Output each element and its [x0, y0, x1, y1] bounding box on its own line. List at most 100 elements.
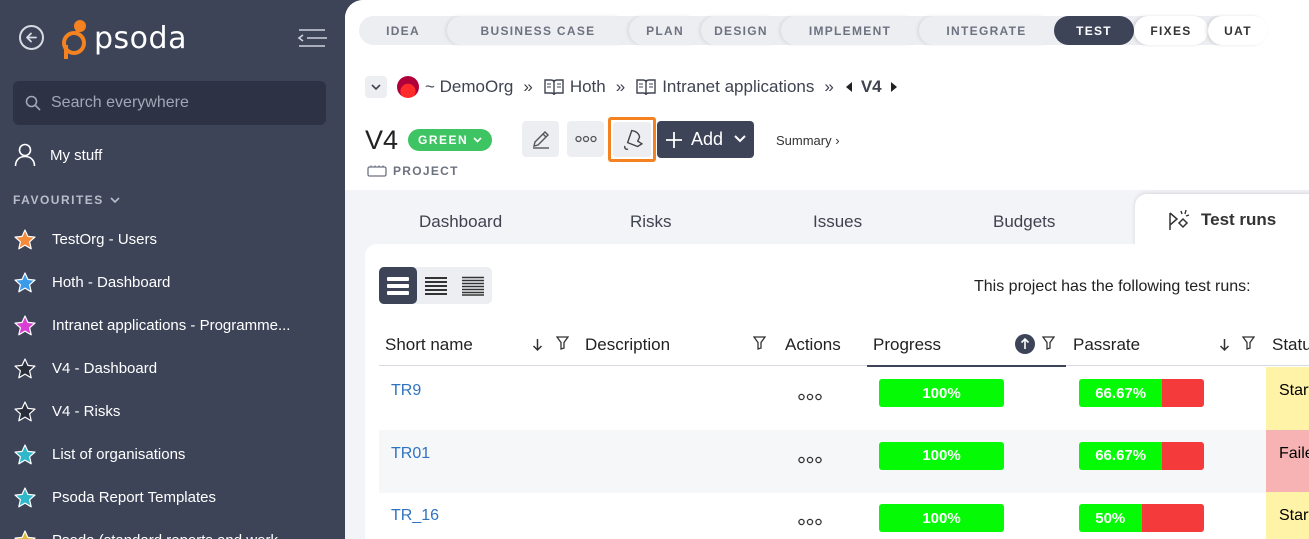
star-icon [14, 358, 36, 379]
breadcrumb-item-intranet[interactable]: Intranet applications [662, 77, 814, 97]
phase-idea[interactable]: IDEA [359, 16, 447, 45]
breadcrumb-org[interactable]: ~ DemoOrg [425, 77, 513, 97]
sidebar: psoda My stuff FAVOURITES TestOrg - User… [0, 0, 345, 539]
add-button[interactable]: Add [657, 121, 754, 158]
favourites-heading[interactable]: FAVOURITES [13, 193, 120, 207]
my-stuff-link[interactable]: My stuff [14, 143, 102, 167]
edit-button[interactable] [522, 121, 559, 157]
favourite-item[interactable]: V4 - Risks [14, 390, 334, 433]
sort-down-icon[interactable] [532, 338, 543, 352]
sort-down-icon[interactable] [1219, 338, 1230, 352]
collapse-menu-icon[interactable] [297, 27, 329, 49]
search-input[interactable] [51, 81, 321, 125]
favourite-item[interactable]: Hoth - Dashboard [14, 261, 334, 304]
table-row: TR9 100% 66.67% Started [379, 367, 1309, 430]
psoda-logo[interactable]: psoda [62, 16, 187, 60]
filter-icon[interactable] [1242, 336, 1255, 350]
favourite-label: Intranet applications - Programme... [52, 317, 291, 334]
view-comfortable-button[interactable] [379, 267, 417, 304]
test-run-link[interactable]: TR_16 [391, 507, 439, 525]
page-title: V4 [365, 124, 399, 155]
view-compact-button[interactable] [417, 267, 455, 304]
status-cell: Started [1266, 492, 1309, 539]
title-row: V4 GREEN [365, 122, 493, 158]
progress-value: 100% [879, 379, 1004, 407]
table-header: Short name Description Actions Progress … [379, 324, 1309, 367]
search-box[interactable] [13, 81, 326, 125]
row-actions-icon[interactable] [798, 393, 822, 401]
row-actions-icon[interactable] [798, 518, 822, 526]
row-actions-icon[interactable] [798, 456, 822, 464]
favourite-item[interactable]: V4 - Dashboard [14, 347, 334, 390]
star-icon [14, 530, 36, 539]
add-button-label: Add [691, 129, 724, 149]
favourite-item[interactable]: Psoda (standard reports and work... [14, 519, 334, 539]
breadcrumb: ~ DemoOrg » Hoth » Intranet applications… [365, 74, 898, 100]
view-density-toggle [379, 267, 492, 304]
tab-bar: Dashboard Risks Issues Budgets Test runs [345, 190, 1309, 246]
sort-up-active-icon[interactable] [1015, 334, 1035, 354]
breadcrumb-separator: » [523, 77, 533, 96]
column-passrate[interactable]: Passrate [1073, 324, 1140, 366]
phase-plan[interactable]: PLAN [629, 16, 701, 45]
filter-icon[interactable] [556, 336, 569, 350]
back-button[interactable] [19, 25, 44, 50]
favourite-item[interactable]: Psoda Report Templates [14, 476, 334, 519]
view-dense-button[interactable] [454, 267, 492, 304]
table-row: TR_16 100% 50% Started [379, 492, 1309, 539]
logo-text: psoda [94, 20, 187, 56]
tab-risks[interactable]: Risks [630, 212, 672, 232]
test-run-icon [1169, 209, 1190, 230]
logo-mark-icon [62, 20, 86, 59]
tab-test-runs[interactable]: Test runs [1135, 194, 1309, 246]
tab-dashboard[interactable]: Dashboard [419, 212, 502, 232]
favourite-item[interactable]: TestOrg - Users [14, 218, 334, 261]
status-badge[interactable]: GREEN [408, 129, 493, 151]
phase-design[interactable]: DESIGN [701, 16, 781, 45]
phase-fixes[interactable]: FIXES [1134, 16, 1208, 45]
caret-right-icon[interactable] [890, 82, 898, 92]
star-icon [14, 487, 36, 508]
passrate-bar: 66.67% [1079, 379, 1204, 407]
search-icon [25, 95, 41, 111]
favourite-item[interactable]: List of organisations [14, 433, 334, 476]
tab-issues[interactable]: Issues [813, 212, 862, 232]
favourite-label: Hoth - Dashboard [52, 274, 171, 291]
column-description[interactable]: Description [585, 324, 670, 366]
passrate-bar: 50% [1079, 504, 1204, 532]
favourite-item[interactable]: Intranet applications - Programme... [14, 304, 334, 347]
main-panel: IDEA BUSINESS CASE PLAN DESIGN IMPLEMENT INTE… [345, 0, 1309, 539]
my-stuff-label: My stuff [50, 146, 103, 164]
breadcrumb-item-hoth[interactable]: Hoth [570, 77, 606, 97]
phase-implement[interactable]: IMPLEMENT [781, 16, 919, 45]
phase-integrate[interactable]: INTEGRATE [919, 16, 1054, 45]
star-icon [14, 401, 36, 422]
passrate-bar: 66.67% [1079, 441, 1204, 470]
column-progress[interactable]: Progress [873, 324, 941, 366]
phase-bar: IDEA BUSINESS CASE PLAN DESIGN IMPLEMENT INTE… [345, 0, 1309, 62]
chevron-down-icon [371, 83, 381, 90]
favourite-label: V4 - Risks [52, 403, 121, 420]
column-short-name[interactable]: Short name [385, 324, 473, 366]
tab-budgets[interactable]: Budgets [993, 212, 1055, 232]
caret-left-icon[interactable] [845, 82, 853, 92]
test-run-link[interactable]: TR01 [391, 445, 430, 463]
column-actions: Actions [785, 335, 841, 354]
summary-link[interactable]: Summary › [776, 133, 840, 148]
progress-bar: 100% [879, 441, 1004, 470]
filter-icon[interactable] [753, 336, 766, 350]
phase-test[interactable]: TEST [1054, 16, 1134, 45]
filter-icon[interactable] [1042, 336, 1055, 350]
column-status[interactable]: Status [1272, 324, 1309, 366]
breadcrumb-toggle[interactable] [365, 76, 387, 98]
phase-business-case[interactable]: BUSINESS CASE [447, 16, 629, 45]
notifications-button[interactable] [608, 117, 656, 162]
test-run-link[interactable]: TR9 [391, 382, 421, 400]
more-options-button[interactable] [567, 121, 604, 157]
phase-steps: IDEA BUSINESS CASE PLAN DESIGN IMPLEMENT INTE… [359, 16, 1268, 45]
favourite-label: V4 - Dashboard [52, 360, 158, 377]
list-medium-icon [424, 276, 447, 295]
book-icon [636, 79, 656, 96]
phase-uat[interactable]: UAT [1208, 16, 1268, 45]
table-intro-text: This project has the following test runs… [974, 278, 1251, 295]
